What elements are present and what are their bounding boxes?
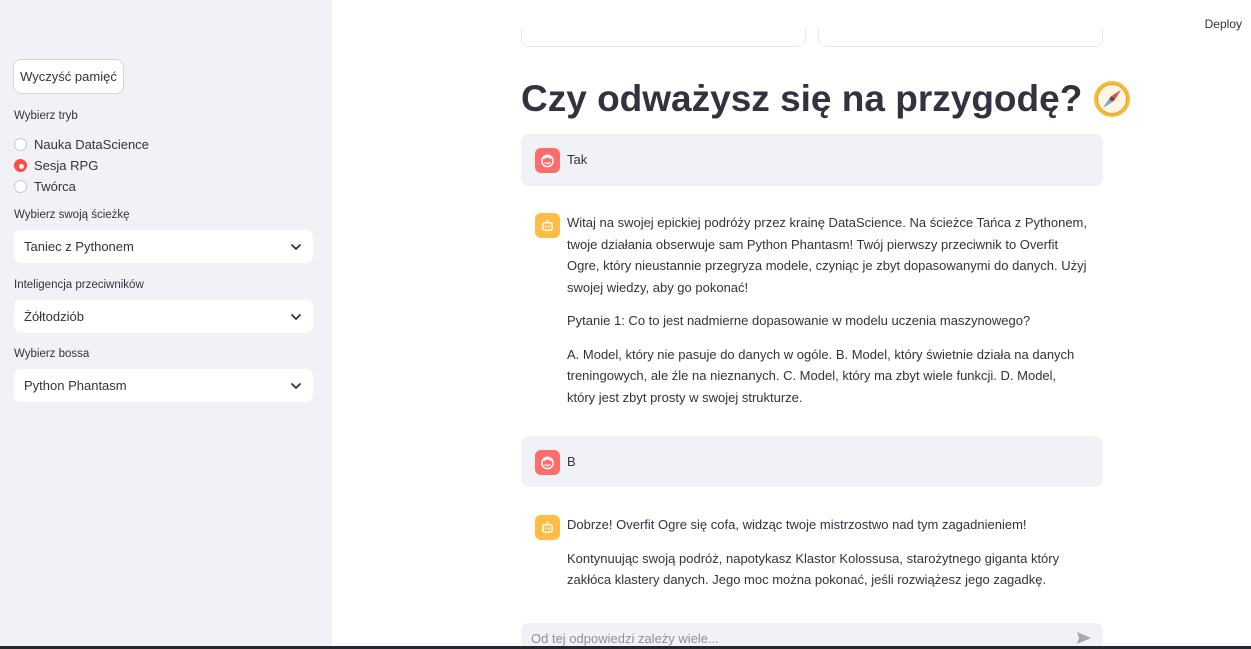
message-paragraph: A. Model, który nie pasuje do danych w o… bbox=[567, 346, 1075, 405]
deploy-button[interactable]: Deploy bbox=[1205, 17, 1242, 31]
chat-input[interactable] bbox=[531, 630, 1075, 646]
chat-message-user: B bbox=[521, 436, 1103, 487]
radio-sesja-rpg[interactable]: Sesja RPG bbox=[14, 155, 149, 176]
message-text: Witaj na swojej epickiej podróży przez k… bbox=[567, 212, 1087, 420]
radio-unchecked-icon bbox=[14, 138, 27, 151]
chat-message-assistant: Dobrze! Overfit Ogre się cofa, widząc tw… bbox=[521, 507, 1103, 602]
scrolled-widget-right bbox=[818, 28, 1103, 47]
chevron-down-icon bbox=[291, 243, 301, 250]
radio-checked-icon bbox=[14, 159, 27, 172]
bot-avatar-icon bbox=[535, 213, 560, 238]
chevron-down-icon bbox=[291, 382, 301, 389]
user-avatar-icon bbox=[535, 148, 560, 173]
mode-label: Wybierz tryb bbox=[14, 110, 78, 122]
compass-icon bbox=[1094, 81, 1131, 117]
radio-tworca[interactable]: Twórca bbox=[14, 176, 149, 197]
page-title-text: Czy odważysz się na przygodę? bbox=[521, 78, 1083, 119]
radio-label: Twórca bbox=[34, 179, 76, 194]
message-paragraph: Pytanie 1: Co to jest nadmierne dopasowa… bbox=[567, 313, 1031, 328]
radio-nauka-datascience[interactable]: Nauka DataScience bbox=[14, 134, 149, 155]
boss-select-value: Python Phantasm bbox=[24, 378, 127, 393]
message-text: B bbox=[567, 454, 576, 469]
boss-label: Wybierz bossa bbox=[14, 348, 90, 360]
radio-label: Nauka DataScience bbox=[34, 137, 149, 152]
send-icon[interactable] bbox=[1075, 629, 1093, 647]
intel-select-value: Żółtodziób bbox=[24, 309, 84, 324]
chat-message-user: Tak bbox=[521, 134, 1103, 186]
user-avatar-icon bbox=[535, 450, 560, 475]
path-select-value: Taniec z Pythonem bbox=[24, 239, 134, 254]
scrolled-widget-left bbox=[521, 28, 806, 47]
message-paragraph: Kontynuując swoją podróż, napotykasz Kla… bbox=[567, 550, 1060, 588]
boss-select[interactable]: Python Phantasm bbox=[14, 369, 313, 402]
intel-select[interactable]: Żółtodziób bbox=[14, 300, 313, 333]
bot-avatar-icon bbox=[535, 515, 560, 540]
clear-memory-button[interactable]: Wyczyść pamięć bbox=[13, 59, 124, 94]
chevron-down-icon bbox=[291, 313, 301, 320]
path-label: Wybierz swoją ścieżkę bbox=[14, 209, 130, 221]
message-text: Tak bbox=[567, 152, 588, 167]
intel-label: Inteligencja przeciwników bbox=[14, 279, 144, 291]
sidebar: Wyczyść pamięć Wybierz tryb Nauka DataSc… bbox=[0, 0, 332, 649]
mode-radio-group: Nauka DataScience Sesja RPG Twórca bbox=[14, 134, 149, 197]
message-paragraph: Dobrze! Overfit Ogre się cofa, widząc tw… bbox=[567, 517, 1027, 532]
page-title: Czy odważysz się na przygodę? bbox=[521, 78, 1132, 120]
message-text: Dobrze! Overfit Ogre się cofa, widząc tw… bbox=[567, 514, 1087, 603]
radio-label: Sesja RPG bbox=[34, 158, 99, 173]
path-select[interactable]: Taniec z Pythonem bbox=[14, 230, 313, 263]
chat-message-assistant: Witaj na swojej epickiej podróży przez k… bbox=[521, 205, 1103, 415]
radio-unchecked-icon bbox=[14, 180, 27, 193]
message-paragraph: Witaj na swojej epickiej podróży przez k… bbox=[567, 215, 1087, 295]
